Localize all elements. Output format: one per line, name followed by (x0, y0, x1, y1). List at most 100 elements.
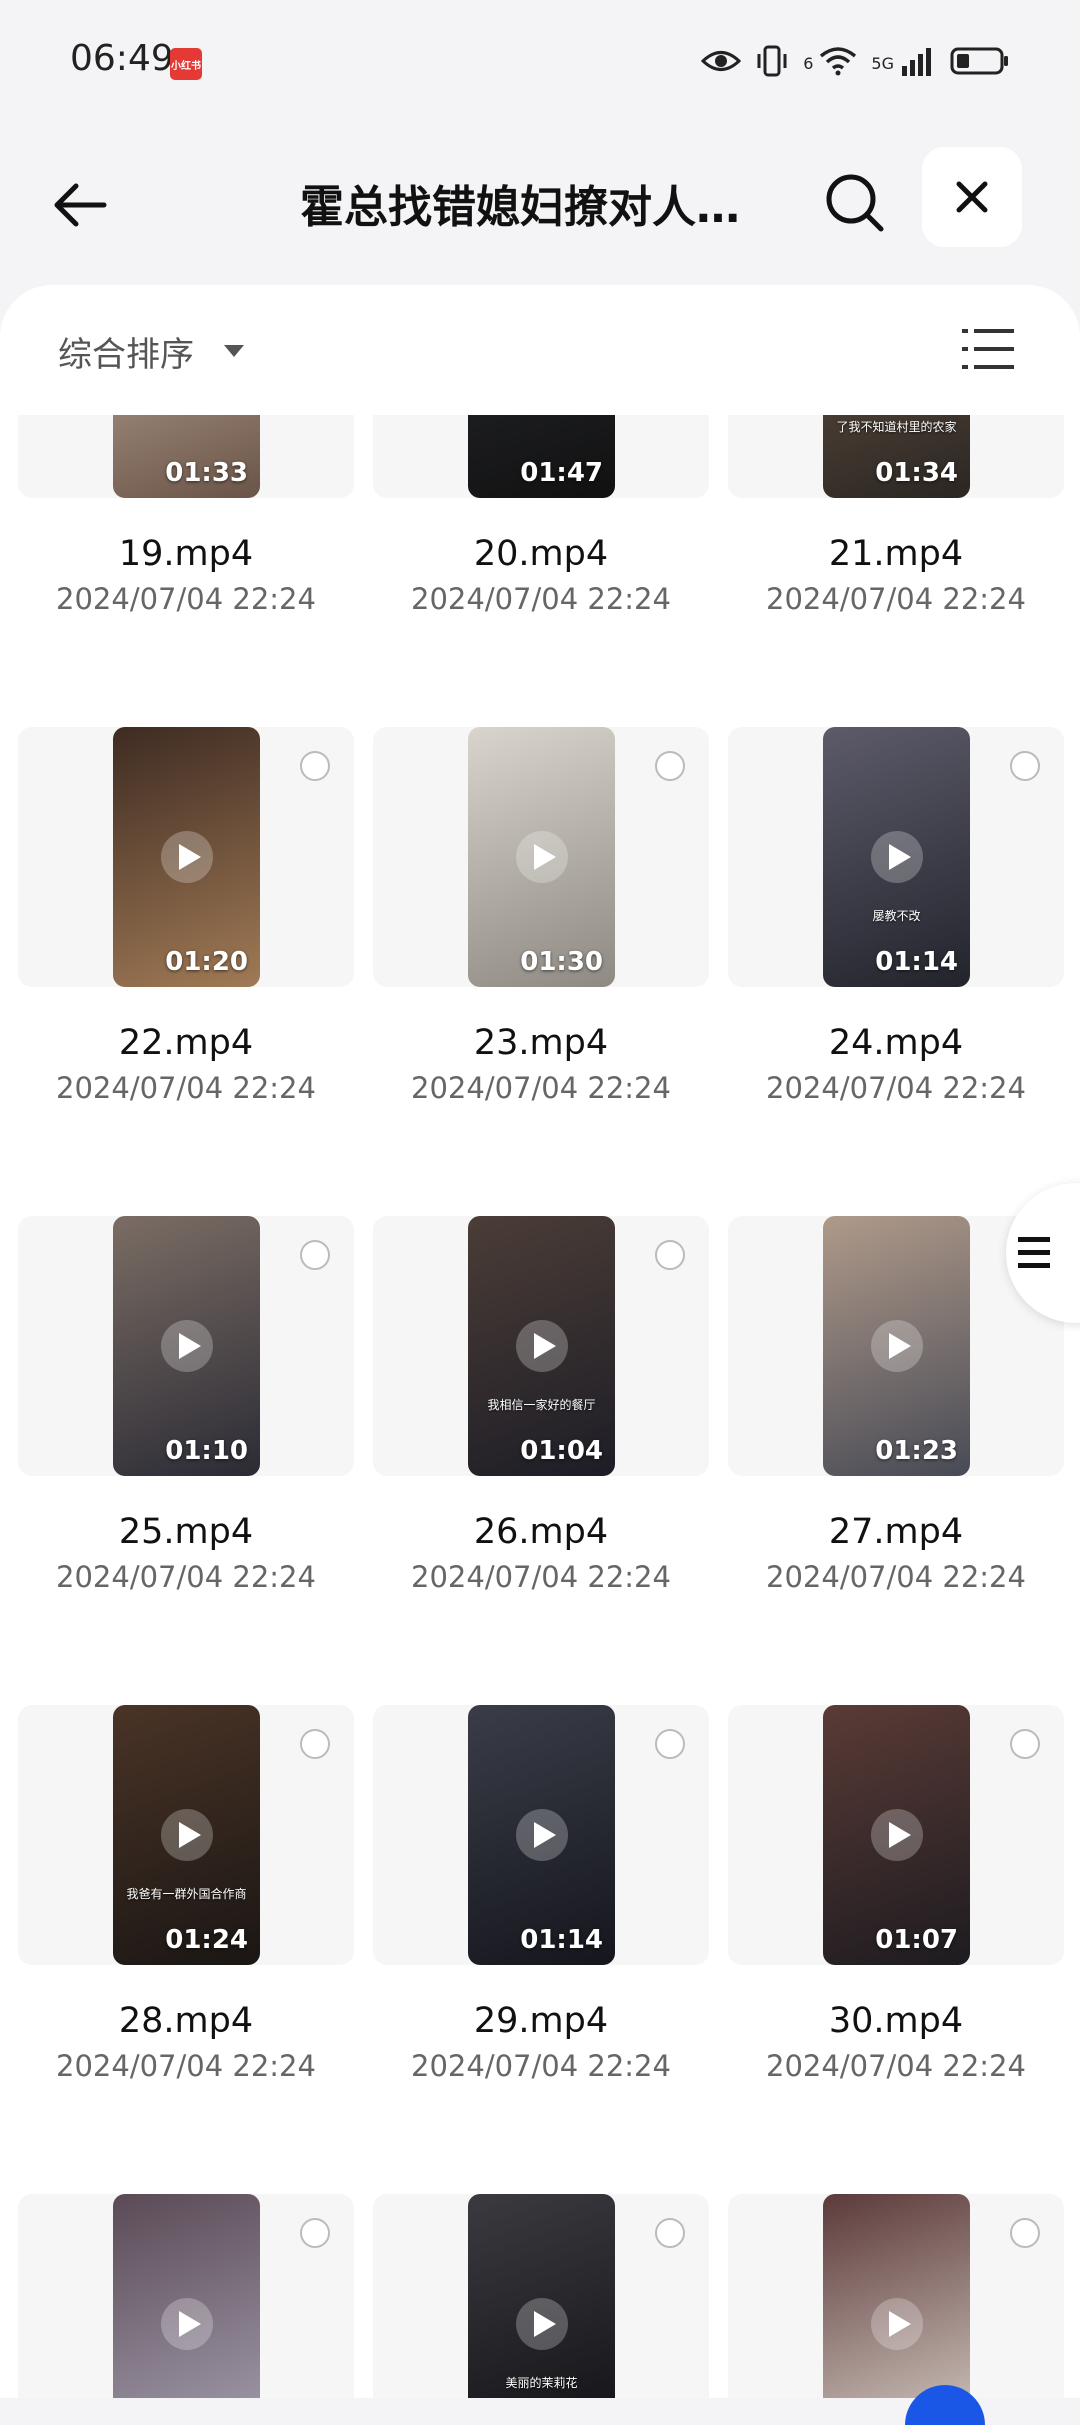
thumbnail-frame: 01:10 (18, 1216, 354, 1476)
select-checkbox[interactable] (300, 1729, 330, 1759)
app-notification-icon: 小红书 (170, 48, 202, 80)
video-thumbnail[interactable]: 我相信一家好的餐厅 01:04 (468, 1216, 615, 1476)
video-duration: 01:20 (165, 947, 248, 977)
close-button[interactable] (922, 147, 1022, 247)
file-name: 30.mp4 (828, 2001, 964, 2041)
list-view-toggle[interactable] (960, 325, 1016, 373)
file-name: 29.mp4 (473, 2001, 609, 2041)
select-checkbox[interactable] (655, 751, 685, 781)
play-icon (160, 831, 213, 883)
thumbnail-caption: 屡教不改 (872, 909, 921, 923)
status-time: 06:49 (70, 38, 174, 79)
video-duration: 01:33 (165, 458, 248, 488)
thumbnail-frame: 我相信一家好的餐厅 01:04 (373, 1216, 709, 1476)
title-bar: 霍总找错媳妇撩对人… (0, 135, 1080, 265)
video-thumbnail[interactable]: 01:10 (113, 1216, 260, 1476)
thumbnail-frame: 01:30 (373, 727, 709, 987)
select-checkbox[interactable] (1010, 751, 1040, 781)
play-icon (515, 1809, 568, 1861)
caret-down-icon[interactable] (224, 345, 244, 357)
video-thumbnail[interactable] (113, 2194, 260, 2398)
back-arrow-icon (54, 183, 107, 227)
video-duration: 01:10 (165, 1436, 248, 1466)
file-name: 20.mp4 (473, 534, 609, 574)
video-thumbnail[interactable]: 01:07 (823, 1705, 970, 1965)
play-icon (515, 1320, 568, 1372)
select-checkbox[interactable] (300, 751, 330, 781)
video-duration: 01:30 (520, 947, 603, 977)
sort-bar: 综合排序 (0, 285, 1080, 415)
video-duration: 01:24 (165, 1925, 248, 1955)
thumbnail-frame: 01:47 (373, 415, 709, 498)
close-icon (956, 181, 988, 213)
play-icon (870, 2298, 923, 2350)
battery-icon (950, 46, 1010, 80)
list-view-icon (962, 329, 1014, 369)
play-icon (870, 1320, 923, 1372)
file-name: 28.mp4 (118, 2001, 254, 2041)
file-date: 2024/07/04 22:24 (56, 2049, 316, 2083)
wifi-icon (819, 46, 857, 80)
file-date: 2024/07/04 22:24 (766, 2049, 1026, 2083)
file-name: 19.mp4 (118, 534, 254, 574)
signal-icon (900, 46, 936, 80)
file-name: 22.mp4 (118, 1023, 254, 1063)
file-name: 26.mp4 (473, 1512, 609, 1552)
video-thumbnail[interactable]: 了我不知道村里的农家 01:34 (823, 415, 970, 498)
video-duration: 01:47 (520, 458, 603, 488)
sort-dropdown[interactable]: 综合排序 (58, 327, 194, 376)
video-duration: 01:14 (875, 947, 958, 977)
select-checkbox[interactable] (1010, 1729, 1040, 1759)
thumbnail-frame: 01:20 (18, 727, 354, 987)
thumbnail-frame: 美丽的茉莉花 (373, 2194, 709, 2398)
menu-icon (1018, 1237, 1050, 1268)
search-button[interactable] (815, 163, 895, 243)
play-icon (160, 2298, 213, 2350)
select-checkbox[interactable] (655, 1729, 685, 1759)
thumbnail-frame (728, 2194, 1064, 2398)
video-duration: 01:04 (520, 1436, 603, 1466)
play-icon (515, 2298, 568, 2350)
video-thumbnail[interactable]: 01:20 (113, 727, 260, 987)
video-duration: 01:14 (520, 1925, 603, 1955)
video-thumbnail[interactable]: 01:30 (468, 727, 615, 987)
video-duration: 01:34 (875, 458, 958, 488)
video-thumbnail[interactable]: 01:33 (113, 415, 260, 498)
thumbnail-frame: 01:33 (18, 415, 354, 498)
file-name: 23.mp4 (473, 1023, 609, 1063)
video-duration: 01:07 (875, 1925, 958, 1955)
video-thumbnail[interactable]: 屡教不改 01:14 (823, 727, 970, 987)
select-checkbox[interactable] (300, 2218, 330, 2248)
video-thumbnail[interactable] (823, 2194, 970, 2398)
page-title: 霍总找错媳妇撩对人… (300, 182, 740, 233)
network-type-label: 5G (871, 53, 894, 73)
play-icon (160, 1320, 213, 1372)
back-button[interactable] (40, 165, 120, 245)
file-name: 24.mp4 (828, 1023, 964, 1063)
video-thumbnail[interactable]: 我爸有一群外国合作商 01:24 (113, 1705, 260, 1965)
file-date: 2024/07/04 22:24 (411, 1560, 671, 1594)
video-thumbnail[interactable]: 美丽的茉莉花 (468, 2194, 615, 2398)
file-date: 2024/07/04 22:24 (411, 582, 671, 616)
video-thumbnail[interactable]: 01:14 (468, 1705, 615, 1965)
select-checkbox[interactable] (655, 2218, 685, 2248)
select-checkbox[interactable] (655, 1240, 685, 1270)
file-name: 21.mp4 (828, 534, 964, 574)
file-date: 2024/07/04 22:24 (56, 1560, 316, 1594)
select-checkbox[interactable] (300, 1240, 330, 1270)
video-thumbnail[interactable]: 01:47 (468, 415, 615, 498)
video-thumbnail[interactable]: 01:23 (823, 1216, 970, 1476)
thumbnail-frame: 01:14 (373, 1705, 709, 1965)
play-icon (160, 1809, 213, 1861)
eye-icon (701, 48, 742, 78)
file-date: 2024/07/04 22:24 (766, 582, 1026, 616)
file-date: 2024/07/04 22:24 (766, 1071, 1026, 1105)
search-icon (826, 174, 884, 232)
thumbnail-frame: 01:07 (728, 1705, 1064, 1965)
file-date: 2024/07/04 22:24 (56, 582, 316, 616)
file-date: 2024/07/04 22:24 (411, 1071, 671, 1105)
play-icon (870, 831, 923, 883)
thumbnail-frame: 我爸有一群外国合作商 01:24 (18, 1705, 354, 1965)
select-checkbox[interactable] (1010, 2218, 1040, 2248)
play-icon (870, 1809, 923, 1861)
